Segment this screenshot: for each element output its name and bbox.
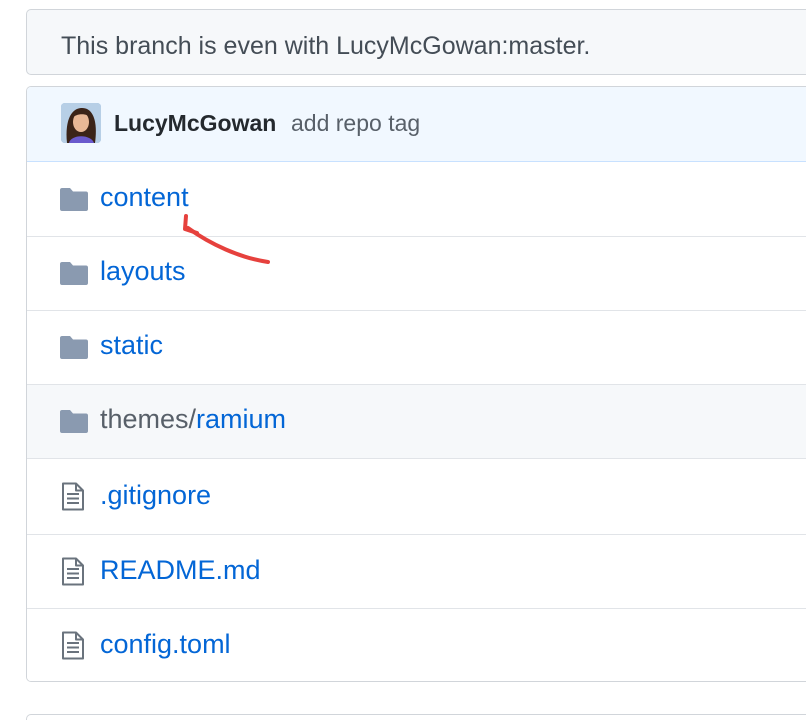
branch-status-text: This branch is even with LucyMcGowan:mas… [61, 32, 591, 60]
folder-icon [59, 261, 89, 291]
file-link[interactable]: .gitignore [100, 480, 211, 511]
file-row-layouts[interactable]: layouts [27, 237, 806, 311]
folder-icon [59, 409, 89, 439]
commit-message-link[interactable]: add repo tag [291, 110, 420, 137]
file-row-content[interactable]: content [27, 162, 806, 237]
repository-file-browser: This branch is even with LucyMcGowan:mas… [0, 0, 806, 720]
latest-commit-bar: LucyMcGowan add repo tag [27, 87, 806, 162]
file-text-icon [61, 631, 85, 665]
folder-icon [59, 187, 89, 217]
file-row-readme[interactable]: README.md [27, 535, 806, 609]
file-row-gitignore[interactable]: .gitignore [27, 459, 806, 535]
commit-author-link[interactable]: LucyMcGowan [114, 110, 276, 137]
file-text-icon [61, 557, 85, 591]
file-link[interactable]: README.md [100, 555, 261, 586]
submodule-path-prefix: themes/ [100, 404, 197, 434]
readme-box-edge [26, 714, 806, 720]
file-text-icon [61, 482, 85, 516]
file-row-config[interactable]: config.toml [27, 609, 806, 681]
file-list-box: LucyMcGowan add repo tag content layouts [26, 86, 806, 682]
file-link[interactable]: content [100, 182, 189, 213]
file-row-themes[interactable]: themes/ramium [27, 385, 806, 459]
avatar[interactable] [61, 103, 101, 143]
file-link[interactable]: config.toml [100, 629, 231, 660]
branch-status-box: This branch is even with LucyMcGowan:mas… [26, 9, 806, 75]
file-row-static[interactable]: static [27, 311, 806, 385]
submodule-link[interactable]: themes/ramium [100, 404, 286, 435]
submodule-name: ramium [196, 404, 287, 434]
file-link[interactable]: static [100, 330, 163, 361]
folder-icon [59, 335, 89, 365]
file-link[interactable]: layouts [100, 256, 186, 287]
